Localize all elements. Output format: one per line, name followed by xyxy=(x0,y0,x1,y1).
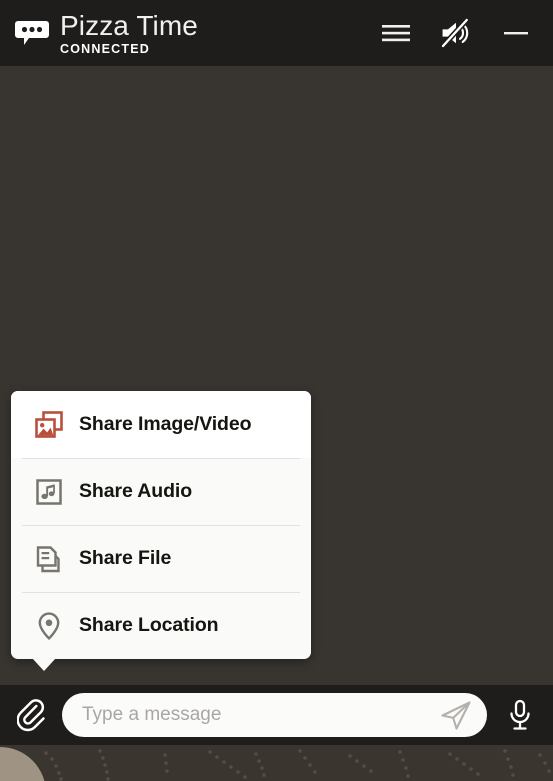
menu-item-label: Share Audio xyxy=(79,480,193,502)
paperclip-icon[interactable] xyxy=(14,696,52,734)
menu-item-label: Share Image/Video xyxy=(79,413,252,435)
music-note-icon xyxy=(33,476,65,508)
speaker-muted-icon[interactable] xyxy=(439,16,473,50)
app-header: Pizza Time CONNECTED xyxy=(0,0,553,66)
document-pages-icon xyxy=(33,543,65,575)
menu-item-share-file[interactable]: Share File xyxy=(11,525,311,592)
chat-bubble-icon xyxy=(12,13,52,53)
attachment-menu: Share Image/Video Share Audio Share File… xyxy=(11,391,311,671)
minimize-icon[interactable] xyxy=(499,16,533,50)
page-title: Pizza Time xyxy=(60,9,198,41)
background-decoration xyxy=(0,745,553,781)
message-composer xyxy=(0,685,553,745)
header-actions xyxy=(379,16,533,50)
hamburger-menu-icon[interactable] xyxy=(379,16,413,50)
menu-item-label: Share File xyxy=(79,547,172,569)
image-stack-icon xyxy=(33,409,65,441)
microphone-icon[interactable] xyxy=(503,696,537,734)
message-input-wrapper xyxy=(62,693,487,737)
paper-plane-icon[interactable] xyxy=(437,696,475,734)
connection-status: CONNECTED xyxy=(60,41,150,56)
menu-item-share-location[interactable]: Share Location xyxy=(11,592,311,659)
menu-pointer-tail xyxy=(32,658,56,671)
chat-window: Pizza Time CONNECTED Share Image/Video S… xyxy=(0,0,553,781)
message-input[interactable] xyxy=(82,704,437,726)
map-pin-icon xyxy=(33,610,65,642)
menu-item-share-image-video[interactable]: Share Image/Video xyxy=(11,391,311,458)
header-title-block: Pizza Time CONNECTED xyxy=(60,10,379,57)
menu-item-label: Share Location xyxy=(79,614,219,636)
menu-item-share-audio[interactable]: Share Audio xyxy=(11,458,311,525)
